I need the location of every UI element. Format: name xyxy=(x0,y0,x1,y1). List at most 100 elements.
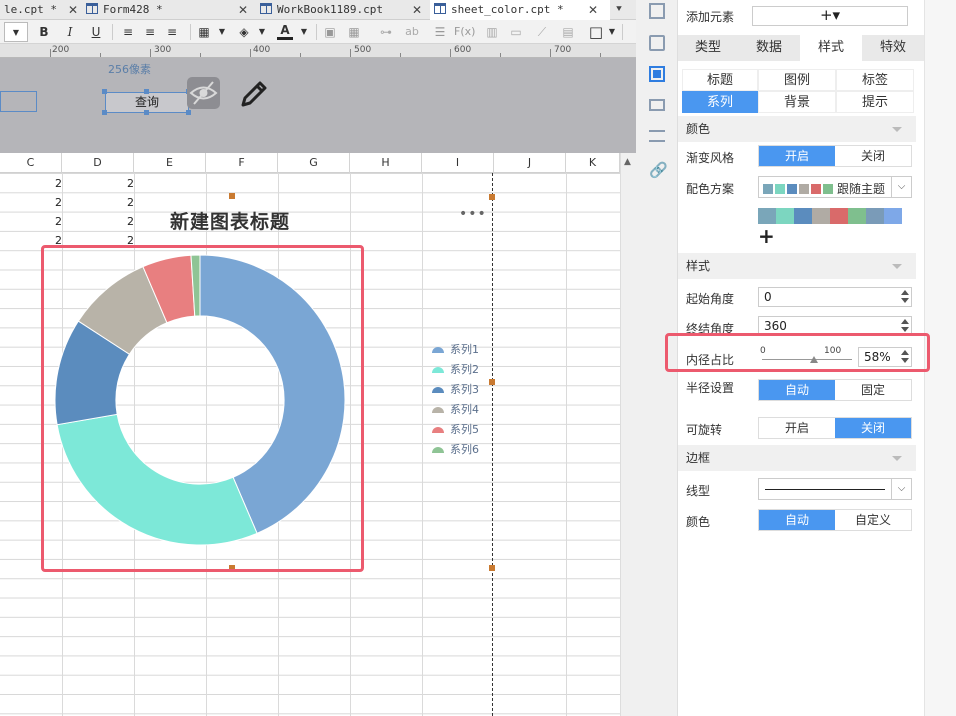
chart-insert-icon[interactable]: ▥ xyxy=(484,22,500,42)
close-icon[interactable]: ✕ xyxy=(236,0,250,20)
style-section-header[interactable]: 样式 xyxy=(678,253,916,279)
palette-color[interactable] xyxy=(830,208,848,224)
border-section-header[interactable]: 边框 xyxy=(678,445,916,471)
column-header[interactable]: K xyxy=(566,153,620,173)
close-icon[interactable]: ✕ xyxy=(66,0,80,20)
subtab-label[interactable]: 标签 xyxy=(836,69,914,91)
align-right-icon[interactable]: ≡ xyxy=(164,22,180,42)
chart-resize-handle[interactable] xyxy=(489,194,495,200)
insert-row-icon[interactable]: ☰ xyxy=(432,22,448,42)
column-header[interactable]: I xyxy=(422,153,494,173)
link-icon[interactable]: 🔗 xyxy=(649,162,668,178)
close-icon[interactable]: ✕ xyxy=(410,0,424,20)
resize-handle[interactable] xyxy=(102,110,107,115)
rotate-on-button[interactable]: 开启 xyxy=(759,418,835,438)
hide-eye-icon[interactable] xyxy=(187,77,220,109)
frame-dropdown-icon[interactable]: ▼ xyxy=(604,22,620,42)
fill-color-icon[interactable]: ◈ xyxy=(236,22,252,42)
palette-color[interactable] xyxy=(866,208,884,224)
scroll-up-icon[interactable]: ▲ xyxy=(624,157,631,167)
tab-type[interactable]: 类型 xyxy=(678,35,738,61)
rotate-off-button[interactable]: 关闭 xyxy=(835,418,911,438)
resize-handle[interactable] xyxy=(186,110,191,115)
text-icon[interactable]: ab xyxy=(404,22,420,42)
legend-item[interactable]: 系列6 xyxy=(430,442,479,462)
chart-element-icon[interactable] xyxy=(649,66,665,82)
palette-strip[interactable] xyxy=(758,208,902,224)
legend-item[interactable]: 系列2 xyxy=(430,362,479,382)
italic-button[interactable]: I xyxy=(62,22,78,42)
tab-data[interactable]: 数据 xyxy=(738,35,800,61)
color-scheme-select[interactable]: 跟随主题 ⌵ xyxy=(758,176,912,198)
subtab-series[interactable]: 系列 xyxy=(682,91,758,113)
start-angle-input[interactable]: 0 xyxy=(758,287,912,307)
vertical-scrollbar[interactable]: ▲ xyxy=(620,153,636,716)
merge-icon[interactable]: ▣ xyxy=(322,22,338,42)
legend-item[interactable]: 系列4 xyxy=(430,402,479,422)
cell-value[interactable]: 2 xyxy=(124,177,134,190)
image-icon[interactable]: ▭ xyxy=(508,22,524,42)
palette-color[interactable] xyxy=(848,208,866,224)
column-header[interactable]: C xyxy=(0,153,62,173)
legend-item[interactable]: 系列5 xyxy=(430,422,479,442)
tab-effect[interactable]: 特效 xyxy=(862,35,924,61)
chart-resize-handle[interactable] xyxy=(229,193,235,199)
slash-icon[interactable]: ⟋ xyxy=(534,22,550,42)
font-size-dropdown[interactable]: ▼ xyxy=(4,22,28,42)
tab-menu-icon[interactable]: ⯆ xyxy=(612,0,626,20)
gradient-off-button[interactable]: 关闭 xyxy=(835,146,911,166)
gradient-on-button[interactable]: 开启 xyxy=(759,146,835,166)
cell-value[interactable]: 2 xyxy=(52,196,62,209)
border-color-auto-button[interactable]: 自动 xyxy=(759,510,835,530)
subreport-icon[interactable]: ▤ xyxy=(560,22,576,42)
add-color-button[interactable]: + xyxy=(758,224,775,248)
tab-workbook1189[interactable]: WorkBook1189.cpt xyxy=(256,0,426,20)
chart-resize-handle[interactable] xyxy=(489,379,495,385)
cell-value[interactable]: 2 xyxy=(52,215,62,228)
tab-sheet-color[interactable]: sheet_color.cpt * xyxy=(430,0,610,20)
subtab-legend[interactable]: 图例 xyxy=(758,69,836,91)
resize-handle[interactable] xyxy=(144,89,149,94)
column-header[interactable]: G xyxy=(278,153,350,173)
underline-button[interactable]: U xyxy=(88,22,104,42)
legend-item[interactable]: 系列3 xyxy=(430,382,479,402)
cell-value[interactable]: 2 xyxy=(52,177,62,190)
close-icon[interactable]: ✕ xyxy=(586,0,600,20)
list-icon[interactable] xyxy=(649,130,665,142)
palette-color[interactable] xyxy=(758,208,776,224)
condition-icon[interactable] xyxy=(649,99,665,111)
font-color-button[interactable]: A xyxy=(277,22,293,40)
bold-button[interactable]: B xyxy=(36,22,52,42)
spinner-icon[interactable] xyxy=(899,288,911,306)
table-icon[interactable]: ▦ xyxy=(346,22,362,42)
palette-color[interactable] xyxy=(884,208,902,224)
column-header[interactable]: H xyxy=(350,153,422,173)
fill-dropdown-icon[interactable]: ▼ xyxy=(254,22,270,42)
border-color-custom-button[interactable]: 自定义 xyxy=(835,510,911,530)
radius-fixed-button[interactable]: 固定 xyxy=(835,380,911,400)
radius-auto-button[interactable]: 自动 xyxy=(759,380,835,400)
line-type-select[interactable]: ⌵ xyxy=(758,478,912,500)
align-left-icon[interactable]: ≡ xyxy=(120,22,136,42)
formula-icon[interactable]: F(x) xyxy=(454,22,475,42)
color-section-header[interactable]: 颜色 xyxy=(678,116,916,142)
subtab-title[interactable]: 标题 xyxy=(682,69,758,91)
pencil-edit-icon[interactable] xyxy=(238,78,270,110)
column-header[interactable]: J xyxy=(494,153,566,173)
link-icon[interactable]: ⊶ xyxy=(378,22,394,42)
cell-attribute-icon[interactable] xyxy=(649,3,665,19)
palette-color[interactable] xyxy=(812,208,830,224)
chart-title[interactable]: 新建图表标题 xyxy=(90,207,370,234)
widget-settings-icon[interactable] xyxy=(649,35,665,51)
palette-color[interactable] xyxy=(794,208,812,224)
border-icon[interactable]: ▦ xyxy=(196,22,212,42)
palette-color[interactable] xyxy=(776,208,794,224)
parameter-widget[interactable] xyxy=(0,91,37,112)
resize-handle[interactable] xyxy=(102,89,107,94)
border-dropdown-icon[interactable]: ▼ xyxy=(214,22,230,42)
tab-style[interactable]: 样式 xyxy=(800,35,862,61)
subtab-background[interactable]: 背景 xyxy=(758,91,836,113)
column-header[interactable]: F xyxy=(206,153,278,173)
column-header[interactable]: D xyxy=(62,153,134,173)
frame-icon[interactable]: □ xyxy=(588,22,604,42)
